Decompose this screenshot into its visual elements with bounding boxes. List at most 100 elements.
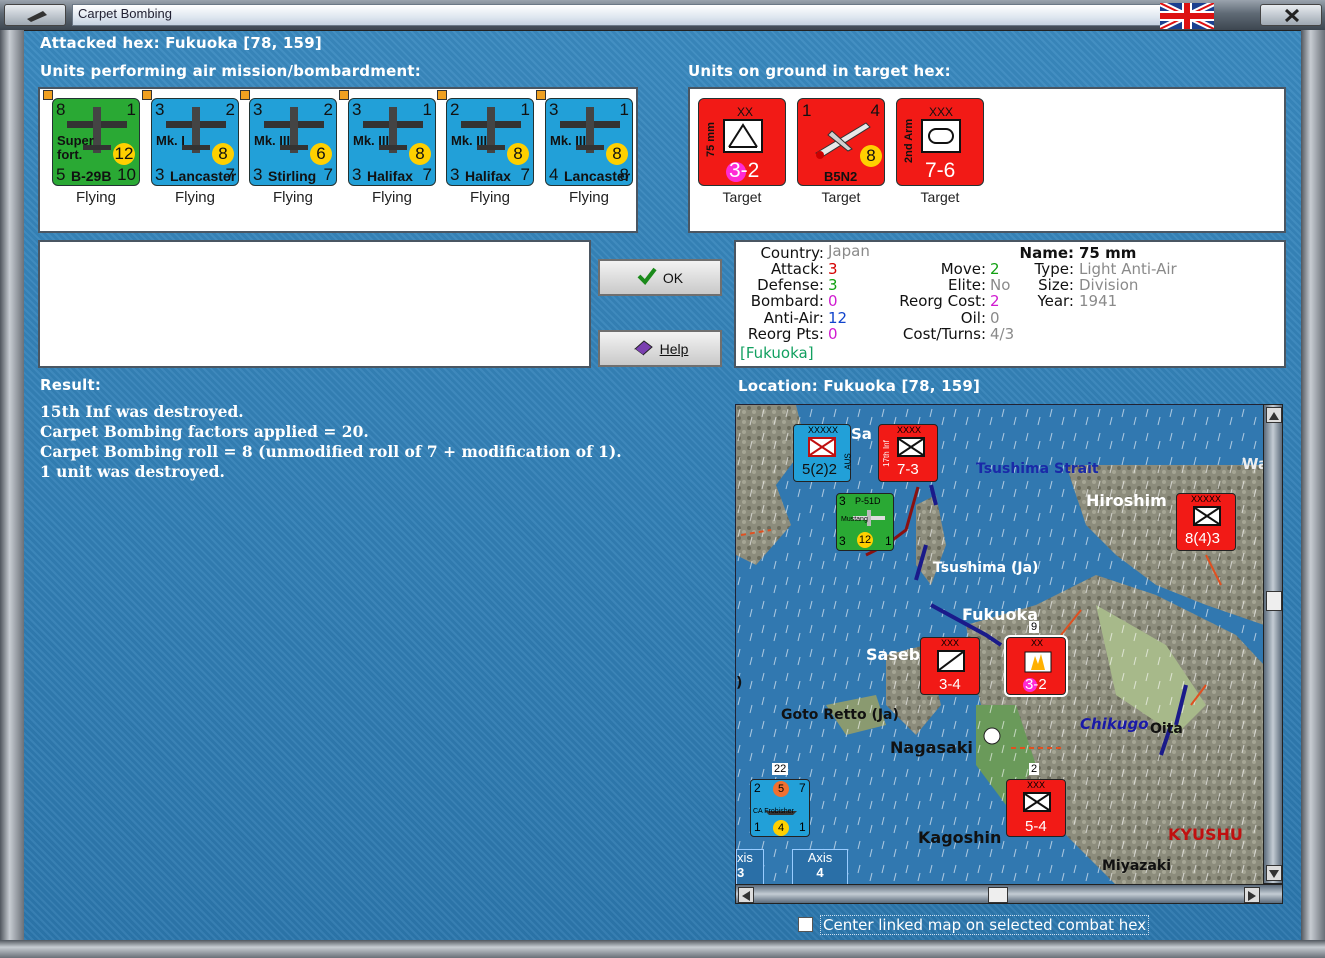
unit-name: Mk. I xyxy=(156,133,185,148)
center-map-checkbox-label[interactable]: Center linked map on selected combat hex xyxy=(820,915,1150,935)
unit-bottom-right: 1 xyxy=(885,534,892,548)
result-label: Result: xyxy=(40,376,102,394)
ground-unit-2nd-arm[interactable]: XXX 2nd Arm 7-6 xyxy=(896,98,984,186)
location-label: Location: Fukuoka [78, 159] xyxy=(738,377,981,395)
unit-side-name: 17th Inf xyxy=(881,440,891,467)
unit-size: XXX xyxy=(941,638,960,648)
map-label-hiroshima: Hiroshim xyxy=(1086,491,1167,510)
infantry-icon xyxy=(1023,792,1051,812)
air-unit-marker xyxy=(536,90,546,100)
unit-badge: 8 xyxy=(606,143,628,165)
unit-badge: 8 xyxy=(212,143,234,165)
ground-status: Target xyxy=(920,189,960,205)
map-unit-kagoshima[interactable]: XXX 5-4 xyxy=(1006,779,1066,837)
air-unit-marker xyxy=(437,90,447,100)
center-map-checkbox[interactable] xyxy=(798,917,813,932)
unit-bottom-left: 1 xyxy=(754,820,761,834)
scroll-up-icon[interactable] xyxy=(1266,407,1282,423)
help-button[interactable]: Help xyxy=(598,330,722,367)
scroll-down-icon[interactable] xyxy=(1266,865,1282,881)
unit-sub: Mustang xyxy=(841,516,868,523)
year-value: 1941 xyxy=(1079,292,1118,310)
map-unit-mustang[interactable]: 3 P-51D Mustang 3 12 1 xyxy=(836,493,894,551)
title-tab xyxy=(72,4,1162,26)
unit-bottom-left: 5 xyxy=(56,165,66,184)
unit-bottom-left: 3 xyxy=(352,165,362,184)
map-label-kyushu: KYUSHU xyxy=(1168,825,1243,844)
unit-size: XXX xyxy=(1027,780,1046,790)
scroll-thumb[interactable] xyxy=(1266,591,1282,611)
air-unit-marker xyxy=(240,90,250,100)
air-unit-counter[interactable]: 3 2 Mk. III 6 3 Stirling 7 xyxy=(249,98,337,186)
unit-badge: 6 xyxy=(310,143,332,165)
map-vertical-scrollbar[interactable] xyxy=(1263,404,1283,884)
air-unit-status: Flying xyxy=(568,189,609,206)
uk-flag-icon[interactable] xyxy=(1158,0,1216,32)
air-unit-counter[interactable]: 2 1 Mk. III 8 3 Halifax 7 xyxy=(446,98,534,186)
infantry-icon xyxy=(808,437,836,457)
air-unit-counter[interactable]: 8 1 Super fort. 12 5 B-29B 10 xyxy=(52,98,140,186)
air-unit-counter[interactable]: 3 2 Mk. I 8 3 Lancaster 7 xyxy=(151,98,239,186)
tab-label: xis xyxy=(737,850,753,865)
unit-bottom-left: 3 xyxy=(450,165,460,184)
tab-label: Axis xyxy=(807,850,833,865)
stack-count: 9 xyxy=(1029,621,1040,633)
scroll-right-icon[interactable] xyxy=(1244,887,1260,903)
result-line: Carpet Bombing roll = 8 (unmodified roll… xyxy=(40,442,622,461)
unit-bottom-left: 3 xyxy=(253,165,263,184)
unit-side-name: 75 mm xyxy=(705,122,717,157)
map-unit-aus[interactable]: XXXXX AUS 5(2)2 xyxy=(793,424,853,482)
attacked-hex-label: Attacked hex: Fukuoka [78, 159] xyxy=(40,34,322,52)
unit-name: Super xyxy=(57,133,94,148)
unit-bottom-right: 7 xyxy=(225,165,235,184)
close-icon[interactable] xyxy=(1260,4,1322,26)
minimize-icon[interactable] xyxy=(4,4,66,26)
map-label-kagoshima: Kagoshin xyxy=(918,828,1002,847)
scroll-thumb[interactable] xyxy=(988,887,1008,903)
unit-bottom-left: 3 xyxy=(839,534,846,548)
unit-strength: 3-2 xyxy=(729,159,760,182)
ground-unit-75mm[interactable]: XX 75 mm 3-2 xyxy=(698,98,786,186)
map-tab[interactable]: xis 3 xyxy=(736,849,764,885)
unit-bottom-name: Stirling xyxy=(268,168,317,184)
unit-strength: 5(2)2 xyxy=(802,461,838,478)
map-unit-frobisher[interactable]: 2 5 7 CA Frobisher 1 4 1 xyxy=(750,779,810,837)
map-unit-17th-inf[interactable]: XXXX 17th Inf 7-3 xyxy=(878,424,938,482)
unit-bottom-name: Halifax xyxy=(367,168,413,184)
air-unit-status: Flying xyxy=(174,189,215,206)
map-unit-right[interactable]: XXXXX 8(4)3 xyxy=(1176,493,1236,551)
ground-unit-b5n2[interactable]: 1 4 8 B5N2 xyxy=(797,98,885,186)
unit-badge: 4 xyxy=(773,820,789,836)
map-tab-axis[interactable]: Axis 4 xyxy=(792,849,848,885)
unit-badge: 12 xyxy=(857,532,873,548)
minimap[interactable]: Sa Tsushima Strait Wa Hiroshim Tsushima … xyxy=(735,404,1265,886)
result-line: 1 unit was destroyed. xyxy=(40,462,225,481)
unit-badge: 8 xyxy=(409,143,431,165)
unit-name: P-51D xyxy=(855,496,881,506)
window-title: Carpet Bombing xyxy=(78,6,172,21)
right-frame xyxy=(1301,30,1325,945)
message-area[interactable] xyxy=(38,240,591,368)
bombard-value: 0 xyxy=(828,292,838,310)
air-unit-status: Flying xyxy=(469,189,510,206)
hex-link[interactable]: [Fukuoka] xyxy=(740,344,814,362)
ok-button[interactable]: OK xyxy=(598,259,722,296)
map-unit-fukuoka[interactable]: XX 3-2 xyxy=(1004,635,1068,697)
unit-strength: 3-2 xyxy=(1025,676,1047,693)
map-label-goto: Goto Retto (Ja) xyxy=(781,707,899,723)
costturns-value: 4/3 xyxy=(990,325,1015,343)
air-unit-counter[interactable]: 3 1 Mk. III 8 4 Lancaster 8 xyxy=(545,98,633,186)
unit-name: Mk. III xyxy=(451,133,488,148)
ground-status: Target xyxy=(821,189,861,205)
unit-badge: 8 xyxy=(507,143,529,165)
map-label-miyazaki: Miyazaki xyxy=(1102,858,1172,874)
reorgcost-key: Reorg Cost: xyxy=(899,292,986,310)
unit-badge: 12 xyxy=(113,143,135,165)
costturns-key: Cost/Turns: xyxy=(902,325,986,343)
map-horizontal-scrollbar[interactable] xyxy=(735,884,1283,904)
unit-top-left: 3 xyxy=(839,494,846,508)
unit-strength: 3-4 xyxy=(939,676,961,693)
scroll-left-icon[interactable] xyxy=(738,887,754,903)
air-unit-counter[interactable]: 3 1 Mk. III 8 3 Halifax 7 xyxy=(348,98,436,186)
map-unit-chikugo[interactable]: XXX 3-4 xyxy=(920,637,980,695)
